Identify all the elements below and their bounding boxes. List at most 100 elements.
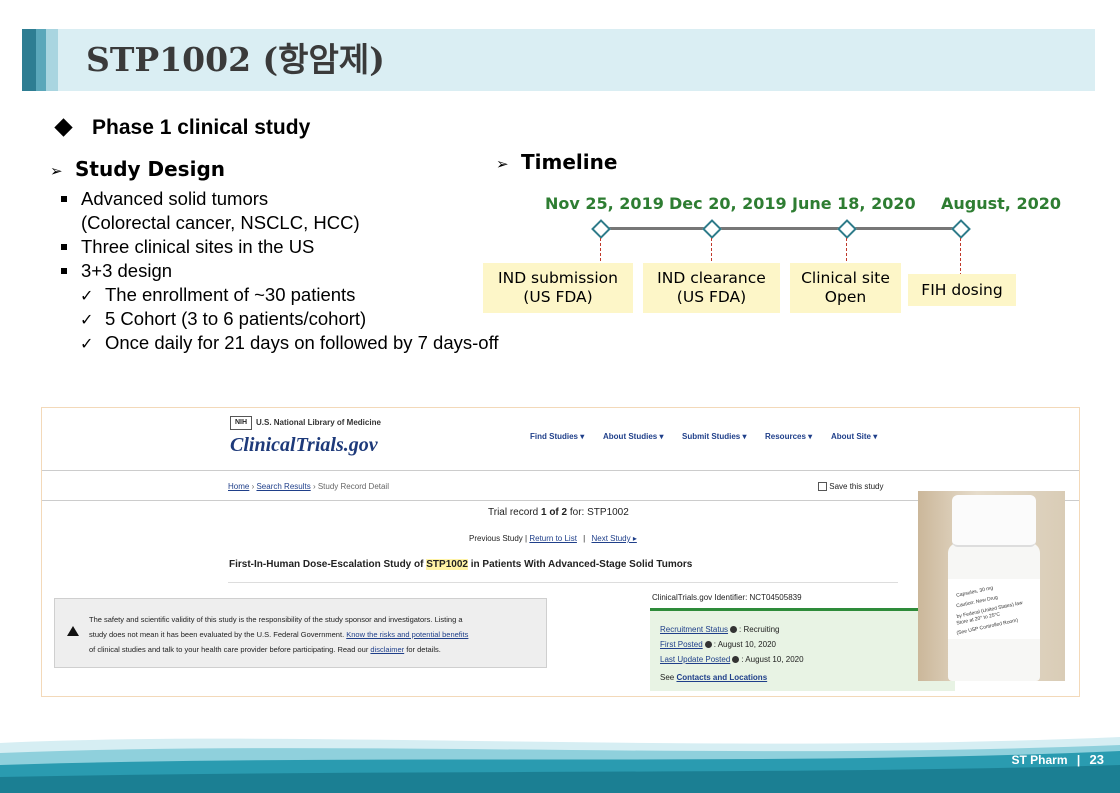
divider: [42, 470, 1079, 471]
design-bullet: 3+3 design: [81, 260, 173, 281]
status-panel: Recruitment Status : Recruiting First Pos…: [650, 608, 955, 691]
disclaimer-line: study does not mean it has been evaluate…: [89, 627, 468, 642]
info-icon[interactable]: [704, 641, 712, 649]
nav-resources[interactable]: Resources ▾: [765, 432, 812, 441]
divider: [228, 582, 898, 583]
warning-icon: [67, 626, 79, 636]
square-bullet-icon: [61, 268, 67, 274]
study-title: First-In-Human Dose-Escalation Study of …: [229, 559, 692, 570]
know-risks-link[interactable]: Know the risks and potential benefits: [346, 630, 468, 639]
return-to-list-link[interactable]: Return to List: [529, 534, 577, 543]
see-prefix: See: [660, 673, 677, 682]
nih-text: U.S. National Library of Medicine: [256, 418, 381, 427]
timeline-date: August, 2020: [941, 194, 1061, 213]
disclaimer-fragment: of clinical studies and talk to your hea…: [89, 645, 371, 654]
study-identifier: ClinicalTrials.gov Identifier: NCT045058…: [652, 593, 802, 602]
study-design-heading: Study Design: [75, 157, 225, 181]
first-posted-label[interactable]: First Posted: [660, 640, 703, 649]
breadcrumb-search-results[interactable]: Search Results: [256, 482, 310, 491]
breadcrumb-current: Study Record Detail: [317, 482, 389, 491]
disclaimer-link[interactable]: disclaimer: [370, 645, 404, 654]
design-bullet: Three clinical sites in the US: [81, 236, 315, 257]
recruitment-status-label[interactable]: Recruitment Status: [660, 625, 728, 634]
clinicaltrials-screenshot: NIH U.S. National Library of Medicine Cl…: [41, 407, 1080, 697]
contacts-locations-link[interactable]: Contacts and Locations: [676, 673, 767, 682]
footer-separator: |: [1076, 753, 1081, 767]
banner-accent: [46, 29, 58, 91]
bottle-cap: [952, 495, 1036, 547]
phase-heading: Phase 1 clinical study: [92, 116, 311, 139]
trial-record-suffix: for: STP1002: [567, 507, 629, 518]
timeline-node: [951, 219, 971, 239]
arrow-bullet-icon: ➢: [50, 163, 63, 180]
recruitment-status: Recruitment Status : Recruiting: [660, 622, 804, 637]
nav-separator: |: [583, 534, 586, 543]
timeline-event-box: IND submission (US FDA): [483, 263, 633, 313]
timeline-event-sublabel: (US FDA): [523, 288, 593, 306]
info-icon[interactable]: [730, 626, 738, 634]
save-study-control[interactable]: Save this study: [818, 482, 884, 492]
clinicaltrials-logo[interactable]: ClinicalTrials.gov: [230, 434, 378, 457]
record-navigation: Previous Study | Return to List | Next S…: [469, 534, 637, 543]
last-update-posted: Last Update Posted : August 10, 2020: [660, 652, 804, 667]
disclaimer-box: The safety and scientific validity of th…: [54, 598, 547, 668]
timeline-node: [702, 219, 722, 239]
disclaimer-line: of clinical studies and talk to your hea…: [89, 642, 468, 657]
design-check-item: 5 Cohort (3 to 6 patients/cohort): [105, 308, 367, 329]
square-bullet-icon: [61, 196, 67, 202]
timeline-event-box: IND clearance (US FDA): [643, 263, 780, 313]
slide-title: STP1002 (항암제): [86, 40, 385, 79]
trial-record-line: Trial record 1 of 2 for: STP1002: [488, 507, 629, 518]
design-bullet-continuation: (Colorectal cancer, NSCLC, HCC): [81, 212, 360, 233]
disclaimer-text: The safety and scientific validity of th…: [89, 612, 468, 657]
status-list: Recruitment Status : Recruiting First Pos…: [660, 622, 804, 685]
contacts-line: See Contacts and Locations: [660, 670, 804, 685]
last-update-label[interactable]: Last Update Posted: [660, 655, 730, 664]
arrow-bullet-icon: ➢: [496, 156, 509, 173]
nav-about-site[interactable]: About Site ▾: [831, 432, 877, 441]
timeline-event-box: Clinical site Open: [790, 263, 901, 313]
timeline-event-label: FIH dosing: [921, 280, 1003, 299]
save-study-label: Save this study: [829, 482, 884, 491]
design-bullet: Advanced solid tumors: [81, 188, 269, 209]
timeline-event-box: FIH dosing: [908, 274, 1016, 306]
timeline-heading: Timeline: [521, 150, 618, 174]
last-update-value: : August 10, 2020: [741, 655, 804, 664]
trial-record-count: 1 of 2: [540, 507, 568, 518]
save-checkbox[interactable]: [818, 482, 827, 492]
timeline-event-sublabel: Open: [824, 288, 867, 306]
study-title-part: in Patients With Advanced-Stage Solid Tu…: [467, 559, 693, 570]
checkmark-icon: ✓: [80, 286, 94, 305]
design-check-item: The enrollment of ~30 patients: [105, 284, 356, 305]
bottle-label: Capsules, 30 mg Caution: New Drug by Fed…: [948, 579, 1040, 639]
disclaimer-line: The safety and scientific validity of th…: [89, 615, 463, 624]
timeline-axis: [600, 227, 961, 230]
timeline-connector: [960, 238, 961, 276]
info-icon[interactable]: [732, 656, 740, 664]
design-check-item: Once daily for 21 days on followed by 7 …: [105, 332, 499, 353]
timeline-event-label: IND clearance: [657, 269, 766, 287]
drug-bottle-photo: Capsules, 30 mg Caution: New Drug by Fed…: [918, 491, 1065, 681]
recruitment-status-value: : Recruiting: [739, 625, 780, 634]
banner-accent: [22, 29, 36, 91]
first-posted: First Posted: August 10, 2020: [660, 637, 804, 652]
footer-wave: [0, 737, 1120, 793]
nav-submit-studies[interactable]: Submit Studies ▾: [682, 432, 746, 441]
footer-brand: ST Pharm: [1011, 753, 1068, 767]
previous-study-link[interactable]: Previous Study |: [469, 534, 527, 543]
banner-accent: [36, 29, 46, 91]
nav-about-studies[interactable]: About Studies ▾: [603, 432, 663, 441]
next-study-link[interactable]: Next Study ▸: [591, 534, 636, 543]
breadcrumb: Home › Search Results › Study Record Det…: [228, 482, 389, 491]
breadcrumb-home[interactable]: Home: [228, 482, 249, 491]
timeline-event-sublabel: (US FDA): [676, 288, 747, 306]
checkmark-icon: ✓: [80, 334, 94, 353]
timeline-date: Dec 20, 2019: [669, 194, 787, 213]
study-title-part: First-In-Human Dose-Escalation Study of: [229, 559, 427, 570]
checkmark-icon: ✓: [80, 310, 94, 329]
timeline-node: [837, 219, 857, 239]
timeline-date: Nov 25, 2019: [545, 194, 664, 213]
timeline-event-label: Clinical site: [801, 269, 890, 287]
nav-find-studies[interactable]: Find Studies ▾: [530, 432, 584, 441]
timeline-event-label: IND submission: [498, 269, 618, 287]
